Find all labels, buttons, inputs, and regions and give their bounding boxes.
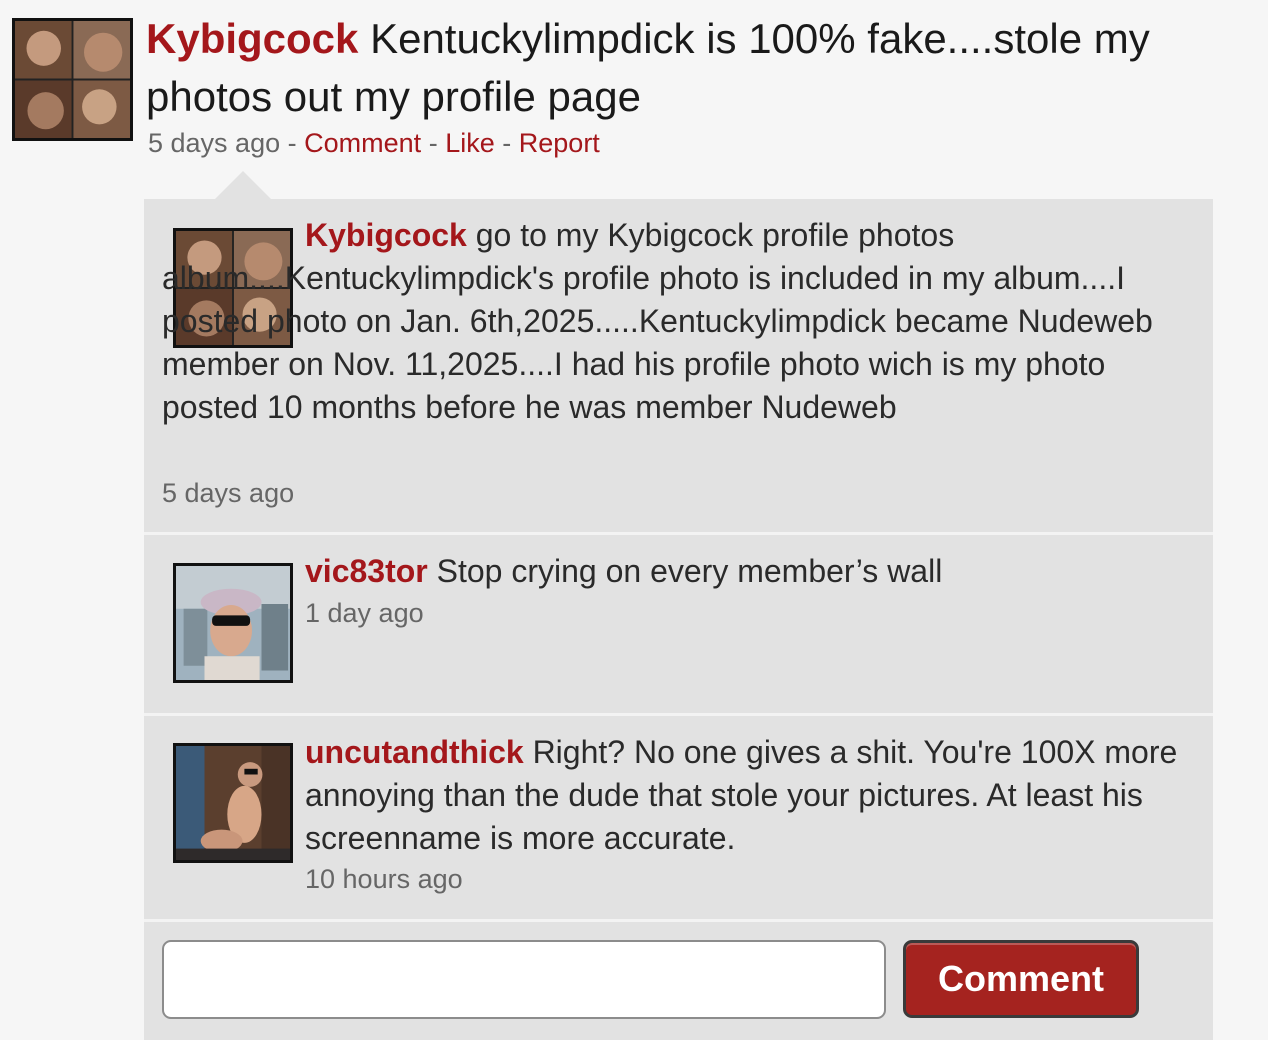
separator: -	[502, 128, 512, 158]
comment-text: Stop crying on every member’s wall	[436, 553, 943, 589]
separator: -	[428, 128, 438, 158]
post-author-link[interactable]: Kybigcock	[146, 15, 358, 62]
comment-author-link[interactable]: vic83tor	[305, 553, 428, 589]
post-timestamp: 5 days ago	[148, 128, 281, 158]
comment-divider	[144, 919, 1213, 922]
comment-timestamp: 1 day ago	[305, 598, 424, 628]
report-link[interactable]: Report	[519, 128, 600, 158]
comment-body: vic83tor Stop crying on every member’s w…	[305, 550, 1185, 593]
comment-timestamp: 5 days ago	[162, 478, 295, 508]
comment-item: Kybigcock go to my Kybigcock profile pho…	[144, 199, 1213, 532]
comment-body: uncutandthick Right? No one gives a shit…	[305, 731, 1185, 860]
comment-author-avatar[interactable]	[173, 563, 293, 683]
comment-author-link[interactable]: uncutandthick	[305, 734, 524, 770]
thread-pointer	[214, 171, 272, 200]
comment-thread: Kybigcock go to my Kybigcock profile pho…	[144, 199, 1213, 1040]
comment-author-avatar[interactable]	[173, 743, 293, 863]
comment-body: Kybigcock go to my Kybigcock profile pho…	[162, 214, 1197, 429]
comment-input[interactable]	[162, 940, 886, 1019]
comment-item: vic83tor Stop crying on every member’s w…	[144, 535, 1213, 713]
comment-item: uncutandthick Right? No one gives a shit…	[144, 716, 1213, 919]
post-author-avatar[interactable]	[12, 18, 133, 141]
separator: -	[287, 128, 297, 158]
post-meta: 5 days ago - Comment - Like - Report	[148, 128, 600, 159]
comment-timestamp: 10 hours ago	[305, 864, 463, 894]
comment-submit-button[interactable]: Comment	[903, 940, 1139, 1018]
like-link[interactable]: Like	[445, 128, 495, 158]
comment-link[interactable]: Comment	[304, 128, 421, 158]
post-body: Kybigcock Kentuckylimpdick is 100% fake.…	[146, 10, 1256, 126]
comment-author-link[interactable]: Kybigcock	[305, 217, 467, 253]
